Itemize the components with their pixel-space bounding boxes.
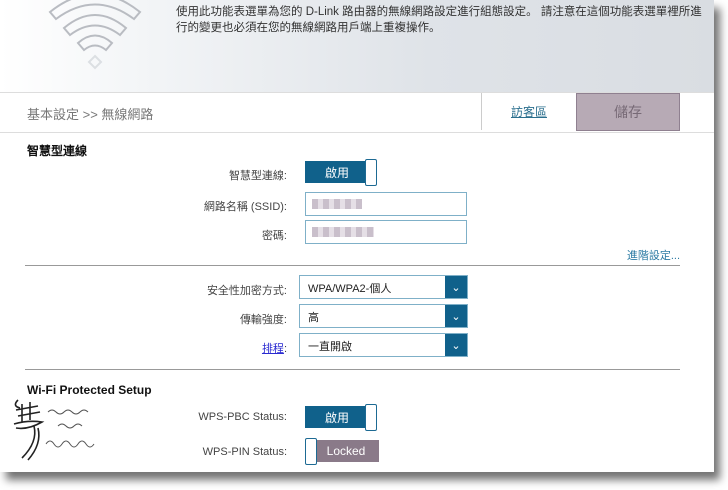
smart-connect-toggle[interactable]: 啟用 (305, 159, 377, 186)
divider (25, 369, 680, 370)
transmit-power-label: 傳輸強度: (239, 314, 287, 326)
schedule-link[interactable]: 排程 (262, 343, 284, 355)
select-value: 高 (308, 312, 319, 324)
header-banner: 使用此功能表選單為您的 D-Link 路由器的無線網路設定進行組態設定。 請注意… (0, 0, 714, 92)
smart-connect-label: 智慧型連線: (228, 170, 287, 182)
wps-pin-label: WPS-PIN Status: (202, 446, 287, 458)
wps-pin-toggle[interactable]: Locked (305, 438, 379, 465)
toggle-knob[interactable] (365, 159, 377, 186)
chevron-down-icon[interactable]: ⌄ (445, 276, 467, 298)
chevron-down-icon[interactable]: ⌄ (445, 305, 467, 327)
router-settings-page: 使用此功能表選單為您的 D-Link 路由器的無線網路設定進行組態設定。 請注意… (0, 0, 714, 472)
toggle-state: 啟用 (305, 161, 369, 183)
advanced-settings-link[interactable]: 進階設定... (627, 247, 680, 263)
security-mode-select[interactable]: WPA/WPA2-個人 ⌄ (299, 275, 468, 299)
guest-zone-link[interactable]: 訪客區 (481, 93, 576, 130)
colon: : (283, 343, 287, 355)
wps-pbc-label: WPS-PBC Status: (198, 411, 287, 423)
toggle-knob[interactable] (305, 438, 317, 465)
redacted-value (312, 199, 362, 209)
security-mode-label: 安全性加密方式: (206, 285, 287, 297)
chevron-down-icon[interactable]: ⌄ (445, 334, 467, 356)
intro-text: 使用此功能表選單為您的 D-Link 路由器的無線網路設定進行組態設定。 請注意… (176, 6, 702, 34)
ssid-input[interactable] (305, 192, 467, 216)
wps-pbc-toggle[interactable]: 啟用 (305, 404, 377, 431)
redacted-value (312, 227, 374, 237)
toggle-knob[interactable] (365, 404, 377, 431)
toggle-state: Locked (313, 440, 379, 462)
select-value: WPA/WPA2-個人 (308, 283, 392, 295)
divider (25, 265, 680, 266)
password-input[interactable] (305, 220, 467, 244)
transmit-power-select[interactable]: 高 ⌄ (299, 304, 468, 328)
section-title-smart-connect: 智慧型連線 (27, 144, 88, 158)
ssid-label: 網路名稱 (SSID): (203, 201, 287, 213)
select-value: 一直開啟 (308, 341, 352, 353)
toggle-state: 啟用 (305, 406, 369, 428)
schedule-select[interactable]: 一直開啟 ⌄ (299, 333, 468, 357)
password-label: 密碼: (261, 230, 287, 242)
save-button[interactable]: 儲存 (576, 93, 680, 131)
watermark-logo (13, 399, 95, 461)
breadcrumb: 基本設定 >> 無線網路 (27, 107, 154, 122)
schedule-label-wrap: 排程: (262, 340, 287, 356)
wifi-icon (48, 0, 142, 70)
